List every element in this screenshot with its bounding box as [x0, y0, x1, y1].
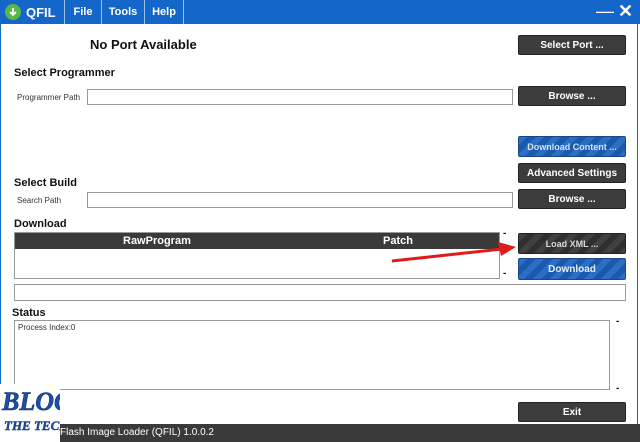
status-dash-bottom: -: [616, 383, 620, 394]
download-heading: Download: [14, 218, 67, 230]
search-path-label: Search Path: [17, 196, 62, 205]
status-dash-top: -: [616, 316, 620, 327]
select-programmer-heading: Select Programmer: [14, 67, 115, 79]
annotation-arrow-icon: [391, 242, 516, 263]
programmer-path-input[interactable]: [87, 89, 513, 105]
remove-row-dash[interactable]: -: [503, 268, 506, 279]
select-port-button[interactable]: Select Port ...: [518, 35, 626, 55]
svg-text:BLOG: BLOG: [1, 387, 60, 416]
menu-help[interactable]: Help: [145, 0, 184, 24]
menu-file[interactable]: File: [65, 0, 102, 24]
select-build-heading: Select Build: [14, 177, 77, 189]
app-version-label: Flash Image Loader (QFIL) 1.0.0.2: [60, 427, 214, 438]
status-text: Process Index:0: [18, 323, 76, 332]
progress-field: [14, 284, 626, 301]
blog-the-tech-logo: BLOG THE TECH: [0, 384, 60, 442]
add-row-dash[interactable]: -: [503, 228, 506, 239]
minimize-icon[interactable]: —: [596, 2, 614, 20]
close-icon[interactable]: ✕: [618, 2, 633, 20]
build-browse-button[interactable]: Browse ...: [518, 189, 626, 209]
column-rawprogram: RawProgram: [123, 235, 191, 247]
svg-text:THE TECH: THE TECH: [4, 418, 60, 433]
programmer-browse-button[interactable]: Browse ...: [518, 86, 626, 106]
advanced-settings-button[interactable]: Advanced Settings: [518, 163, 626, 183]
search-path-input[interactable]: [87, 192, 513, 208]
exit-button[interactable]: Exit: [518, 402, 626, 422]
app-menu-button[interactable]: QFIL: [0, 0, 65, 24]
programmer-path-label: Programmer Path: [17, 93, 81, 102]
port-status: No Port Available: [90, 37, 197, 52]
qfil-logo-icon: [5, 4, 21, 20]
app-name: QFIL: [26, 4, 56, 20]
status-log: Process Index:0: [14, 320, 610, 390]
load-xml-button[interactable]: Load XML ...: [518, 233, 626, 254]
menu-tools[interactable]: Tools: [102, 0, 145, 24]
download-button[interactable]: Download: [518, 258, 626, 280]
download-content-button[interactable]: Download Content ...: [518, 136, 626, 157]
status-heading: Status: [12, 307, 46, 319]
